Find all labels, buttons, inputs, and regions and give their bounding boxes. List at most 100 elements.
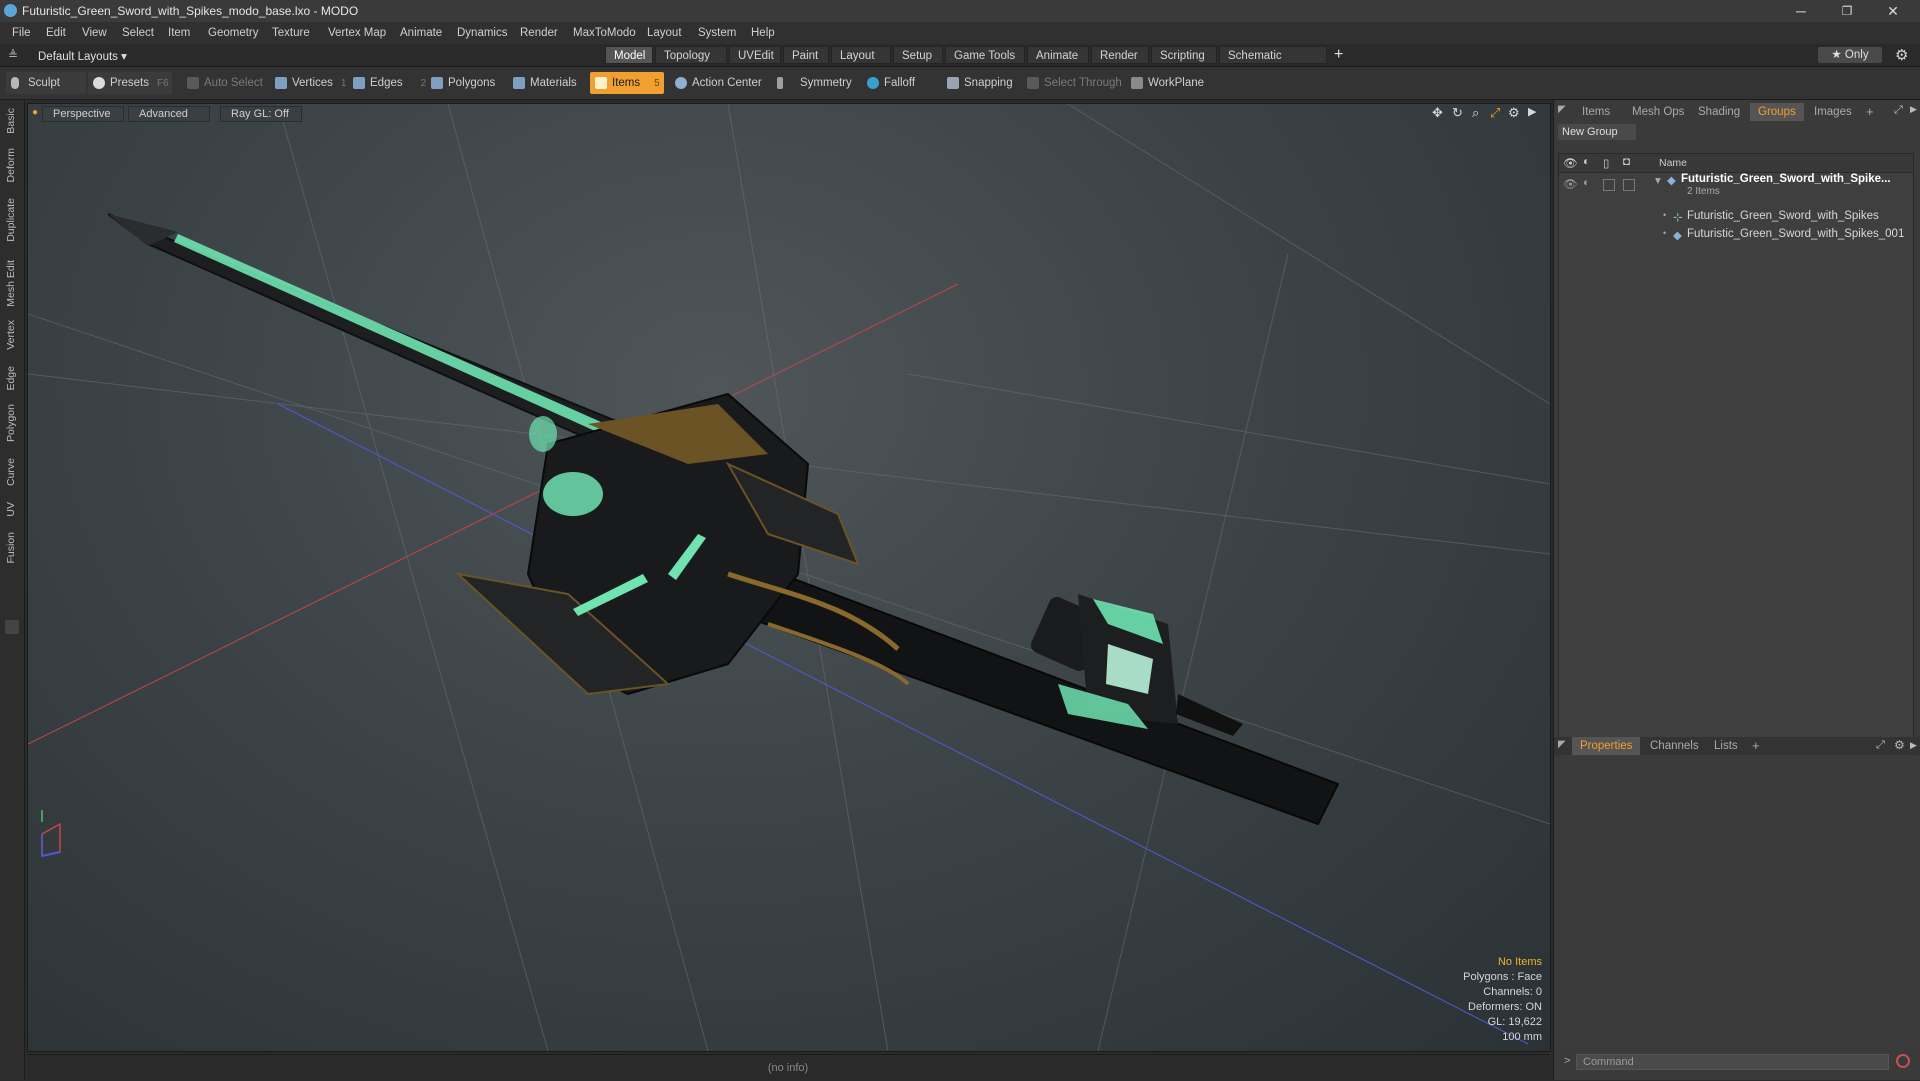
menu-help[interactable]: Help bbox=[751, 27, 775, 39]
items-mode-button[interactable]: Items 5 bbox=[590, 72, 664, 94]
command-input[interactable]: Command bbox=[1576, 1054, 1889, 1070]
render-column-icon[interactable]: ◐ bbox=[1583, 156, 1590, 168]
action-center-button[interactable]: Action Center bbox=[670, 72, 766, 94]
tab-model[interactable]: Model bbox=[605, 46, 653, 64]
sculpt-button[interactable]: Sculpt bbox=[6, 72, 86, 94]
properties-expand-icon[interactable]: ⤢ bbox=[1876, 739, 1885, 752]
panel-arrow-icon[interactable]: ▶ bbox=[1910, 104, 1917, 115]
menu-maxtomodo[interactable]: MaxToModo bbox=[573, 27, 636, 39]
tab-groups[interactable]: Groups bbox=[1750, 103, 1804, 121]
sword-model[interactable] bbox=[107, 213, 1340, 826]
panel-expand-icon[interactable]: ⤢ bbox=[1894, 104, 1903, 117]
tab-game-tools[interactable]: Game Tools bbox=[945, 46, 1025, 64]
edges-mode-button[interactable]: Edges 2 bbox=[348, 72, 426, 94]
menu-item[interactable]: Item bbox=[168, 27, 190, 39]
vtab-duplicate[interactable]: Duplicate bbox=[5, 198, 17, 242]
menu-texture[interactable]: Texture bbox=[272, 27, 310, 39]
viewport-menu-dot[interactable]: ● bbox=[32, 107, 38, 118]
close-button[interactable]: ✕ bbox=[1870, 0, 1916, 22]
falloff-button[interactable]: Falloff bbox=[862, 72, 938, 94]
tab-render[interactable]: Render bbox=[1091, 46, 1149, 64]
menu-vertex-map[interactable]: Vertex Map bbox=[328, 27, 386, 39]
tab-images[interactable]: Images bbox=[1806, 103, 1860, 121]
group-child-row[interactable]: • ◆ Futuristic_Green_Sword_with_Spikes_0… bbox=[1559, 226, 1913, 244]
menu-geometry[interactable]: Geometry bbox=[208, 27, 259, 39]
panel-toggle-button[interactable] bbox=[5, 620, 19, 634]
add-layout-tab-button[interactable]: + bbox=[1334, 46, 1343, 64]
restore-button[interactable]: ❐ bbox=[1824, 0, 1870, 22]
tab-schematic-fusion[interactable]: Schematic Fusion bbox=[1219, 46, 1327, 80]
tab-mesh-ops[interactable]: Mesh Ops bbox=[1624, 103, 1692, 121]
vtab-vertex[interactable]: Vertex bbox=[5, 320, 17, 350]
vtab-fusion[interactable]: Fusion bbox=[5, 532, 17, 564]
vtab-mesh-edit[interactable]: Mesh Edit bbox=[5, 260, 17, 307]
tab-shading[interactable]: Shading bbox=[1690, 103, 1748, 121]
auto-select-button[interactable]: Auto Select bbox=[182, 72, 268, 94]
select-through-button[interactable]: Select Through bbox=[1022, 72, 1126, 94]
zoom-view-icon[interactable]: ⌕ bbox=[1472, 105, 1479, 121]
vtab-basic[interactable]: Basic bbox=[5, 108, 17, 134]
snapping-button[interactable]: Snapping bbox=[942, 72, 1034, 94]
minimize-button[interactable]: ─ bbox=[1778, 0, 1824, 22]
tab-layout[interactable]: Layout bbox=[831, 46, 891, 64]
tab-paint[interactable]: Paint bbox=[783, 46, 829, 64]
only-toggle[interactable]: ★ Only bbox=[1818, 47, 1882, 63]
tab-items[interactable]: Items bbox=[1574, 103, 1618, 121]
group-child-row[interactable]: • ⊹ Futuristic_Green_Sword_with_Spikes bbox=[1559, 208, 1913, 226]
default-layouts-dropdown[interactable]: Default Layouts ▾ bbox=[38, 49, 127, 63]
3d-viewport[interactable]: ● Perspective Advanced Ray GL: Off ✥ ↻ ⌕… bbox=[27, 103, 1551, 1052]
pan-view-icon[interactable]: ✥ bbox=[1432, 105, 1443, 121]
rotate-view-icon[interactable]: ↻ bbox=[1452, 105, 1463, 121]
group-select-checkbox[interactable] bbox=[1623, 179, 1635, 191]
presets-button[interactable]: Presets F6 bbox=[88, 72, 172, 94]
command-stop-icon[interactable] bbox=[1896, 1054, 1910, 1068]
symmetry-button[interactable]: Symmetry bbox=[772, 72, 852, 94]
materials-mode-button[interactable]: Materials bbox=[508, 72, 590, 94]
polygons-mode-button[interactable]: Polygons bbox=[426, 72, 502, 94]
add-properties-tab-button[interactable]: + bbox=[1752, 738, 1760, 753]
fit-view-icon[interactable]: ⤢ bbox=[1490, 105, 1500, 121]
select-column-icon[interactable]: ◘ bbox=[1623, 156, 1630, 168]
visibility-column-icon[interactable]: 👁 bbox=[1563, 156, 1578, 170]
menu-render[interactable]: Render bbox=[520, 27, 558, 39]
vtab-deform[interactable]: Deform bbox=[5, 148, 17, 182]
menu-select[interactable]: Select bbox=[122, 27, 154, 39]
group-collapse-icon[interactable]: ▾ bbox=[1655, 173, 1661, 187]
vtab-polygon[interactable]: Polygon bbox=[5, 404, 17, 442]
shading-mode-button[interactable]: Advanced bbox=[128, 106, 210, 122]
tab-properties[interactable]: Properties bbox=[1572, 737, 1641, 755]
tab-uvedit[interactable]: UVEdit bbox=[729, 46, 781, 64]
lock-column-icon[interactable]: ▯ bbox=[1603, 156, 1609, 170]
tab-animate[interactable]: Animate bbox=[1027, 46, 1089, 64]
menu-system[interactable]: System bbox=[698, 27, 736, 39]
menu-animate[interactable]: Animate bbox=[400, 27, 442, 39]
vtab-uv[interactable]: UV bbox=[5, 502, 17, 517]
name-column-header[interactable]: Name bbox=[1659, 157, 1687, 169]
properties-gear-icon[interactable]: ⚙ bbox=[1894, 738, 1905, 752]
properties-menu-icon[interactable]: ◤ bbox=[1558, 739, 1566, 750]
viewport-settings-icon[interactable]: ⚙ bbox=[1508, 105, 1520, 121]
group-lock-checkbox[interactable] bbox=[1603, 179, 1615, 191]
vtab-edge[interactable]: Edge bbox=[5, 366, 17, 391]
menu-dynamics[interactable]: Dynamics bbox=[457, 27, 507, 39]
menu-file[interactable]: File bbox=[12, 27, 31, 39]
vertices-mode-button[interactable]: Vertices 1 bbox=[270, 72, 346, 94]
tab-lists[interactable]: Lists bbox=[1706, 737, 1746, 755]
tab-setup[interactable]: Setup bbox=[893, 46, 943, 64]
tab-channels[interactable]: Channels bbox=[1642, 737, 1707, 755]
menu-edit[interactable]: Edit bbox=[46, 27, 66, 39]
workplane-button[interactable]: WorkPlane bbox=[1126, 72, 1218, 94]
menu-view[interactable]: View bbox=[82, 27, 107, 39]
panel-menu-icon[interactable]: ◤ bbox=[1558, 104, 1566, 115]
vtab-curve[interactable]: Curve bbox=[5, 458, 17, 486]
add-tab-button[interactable]: + bbox=[1866, 104, 1874, 119]
viewport-expand-icon[interactable]: ▶ bbox=[1528, 105, 1536, 118]
group-row[interactable]: 👁 ◐ ▾ ◆ Futuristic_Green_Sword_with_Spik… bbox=[1559, 173, 1913, 201]
tab-scripting[interactable]: Scripting bbox=[1151, 46, 1217, 64]
view-type-button[interactable]: Perspective bbox=[42, 106, 124, 122]
raygl-button[interactable]: Ray GL: Off bbox=[220, 106, 302, 122]
group-render-toggle[interactable]: ◐ bbox=[1583, 177, 1590, 189]
menu-layout[interactable]: Layout bbox=[647, 27, 682, 39]
group-visibility-toggle[interactable]: 👁 bbox=[1563, 177, 1578, 191]
properties-arrow-icon[interactable]: ▶ bbox=[1910, 740, 1917, 751]
